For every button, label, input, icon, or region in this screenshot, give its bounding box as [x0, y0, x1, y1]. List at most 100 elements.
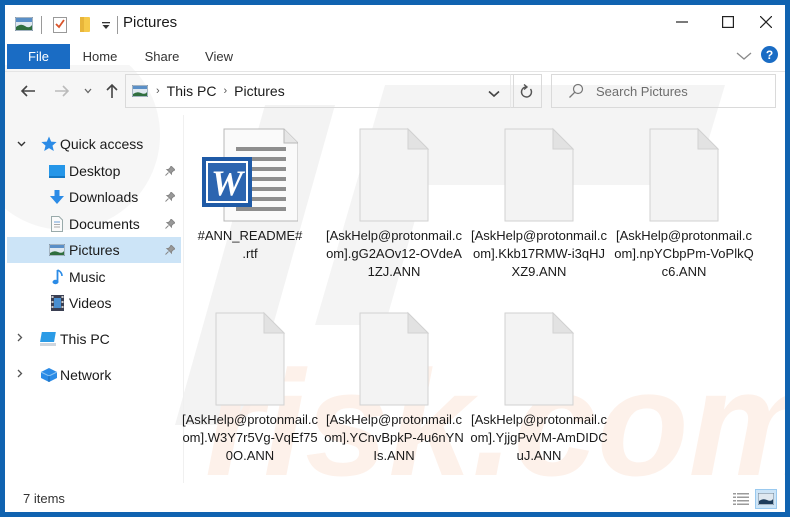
- status-bar: 7 items: [5, 485, 785, 512]
- sidebar-item-pictures[interactable]: Pictures: [7, 237, 181, 263]
- breadcrumb-pictures[interactable]: Pictures: [234, 83, 285, 99]
- blank-file-icon: [214, 311, 286, 407]
- blank-file-icon: [358, 311, 430, 407]
- pictures-location-icon: [132, 85, 148, 97]
- address-bar[interactable]: › This PC › Pictures: [125, 74, 514, 108]
- pictures-icon: [49, 244, 65, 256]
- large-icons-view-button[interactable]: [755, 489, 777, 509]
- sidebar-item-label: Documents: [69, 216, 140, 232]
- file-name: [AskHelp@protonmail.com].W3Y7r5Vg-VqEf75…: [181, 412, 319, 463]
- blank-file-icon: [358, 127, 430, 223]
- sidebar-item-quick-access[interactable]: Quick access: [7, 131, 181, 157]
- large-icons-view-icon: [758, 493, 774, 505]
- sidebar-item-desktop[interactable]: Desktop: [7, 158, 181, 184]
- ribbon: File Home Share View ?: [5, 41, 785, 71]
- sidebar-item-music[interactable]: Music: [7, 264, 181, 290]
- close-icon: [760, 16, 772, 28]
- search-icon: [568, 83, 584, 99]
- sidebar-item-downloads[interactable]: Downloads: [7, 184, 181, 210]
- documents-icon: [51, 216, 63, 232]
- pin-icon[interactable]: [165, 190, 176, 205]
- toolbar-separator: [117, 16, 118, 34]
- title-bar: Pictures: [5, 5, 785, 41]
- tab-file[interactable]: File: [7, 44, 70, 69]
- forward-button[interactable]: [51, 80, 73, 102]
- close-button[interactable]: [743, 5, 785, 39]
- file-name: [AskHelp@protonmail.com].YjjgPvVM-AmDIDC…: [470, 412, 608, 463]
- new-folder-icon[interactable]: [79, 15, 91, 36]
- sidebar-item-this-pc[interactable]: This PC: [7, 326, 181, 352]
- pin-icon[interactable]: [165, 243, 176, 258]
- maximize-icon: [722, 16, 734, 28]
- window-frame-bottom: [0, 512, 790, 517]
- svg-text:W: W: [211, 163, 246, 203]
- sidebar-item-network[interactable]: Network: [7, 362, 181, 388]
- search-box[interactable]: [551, 74, 776, 108]
- star-icon: [41, 136, 57, 152]
- sidebar-item-videos[interactable]: Videos: [7, 290, 181, 316]
- file-name: #ANN_README# .rtf: [197, 228, 303, 261]
- customize-toolbar-icon[interactable]: [101, 19, 111, 34]
- expand-ribbon-button[interactable]: [736, 49, 752, 64]
- sidebar-item-documents[interactable]: Documents: [7, 211, 181, 237]
- file-name: [AskHelp@protonmail.com].YCnvBpkP-4u6nYN…: [324, 412, 464, 463]
- sidebar-item-label: Downloads: [69, 189, 139, 205]
- network-icon: [40, 367, 58, 383]
- sidebar-item-label: Music: [69, 269, 106, 285]
- minimize-icon: [676, 21, 688, 23]
- pin-icon[interactable]: [165, 164, 176, 179]
- blank-file-icon: [648, 127, 720, 223]
- breadcrumb-separator-icon[interactable]: ›: [156, 85, 160, 97]
- sidebar-item-label: This PC: [60, 331, 110, 347]
- tab-view[interactable]: View: [197, 44, 241, 69]
- up-button[interactable]: [101, 80, 123, 102]
- chevron-right-icon[interactable]: [17, 333, 23, 345]
- file-view: W #ANN_README# .rtf [AskHelp@protonmail.…: [182, 115, 785, 483]
- chevron-down-icon[interactable]: [17, 138, 26, 150]
- sidebar-item-label: Pictures: [69, 242, 120, 258]
- window-title: Pictures: [123, 14, 178, 31]
- arrow-right-icon: [55, 85, 70, 97]
- file-explorer-window: risk.com Pictures File Home Share View ?…: [5, 5, 785, 512]
- sidebar-item-label: Quick access: [60, 136, 144, 152]
- blank-file-icon: [503, 311, 575, 407]
- navigation-pane: Quick access Desktop Downloads Documents…: [5, 123, 183, 483]
- tab-share[interactable]: Share: [137, 44, 187, 69]
- downloads-icon: [50, 189, 64, 205]
- file-name: [AskHelp@protonmail.com].Kkb17RMW-i3qHJX…: [470, 228, 608, 279]
- arrow-up-icon: [106, 83, 118, 98]
- ribbon-divider: [5, 71, 785, 72]
- sidebar-item-label: Videos: [69, 295, 112, 311]
- blank-file-icon: [503, 127, 575, 223]
- word-document-icon: W: [202, 127, 299, 223]
- recent-locations-button[interactable]: [77, 80, 99, 102]
- details-view-icon: [733, 493, 749, 505]
- properties-icon[interactable]: [53, 15, 67, 36]
- help-icon: ?: [765, 47, 774, 62]
- help-button[interactable]: ?: [761, 46, 778, 63]
- back-button[interactable]: [17, 80, 39, 102]
- pin-icon[interactable]: [165, 217, 176, 232]
- chevron-down-icon: [84, 88, 92, 94]
- music-icon: [52, 269, 64, 285]
- address-dropdown-button[interactable]: [488, 86, 500, 101]
- computer-icon: [39, 331, 59, 347]
- videos-icon: [51, 295, 64, 311]
- refresh-button[interactable]: [510, 74, 542, 108]
- minimize-button[interactable]: [659, 5, 705, 39]
- tab-home[interactable]: Home: [75, 44, 125, 69]
- chevron-down-icon: [488, 90, 500, 98]
- breadcrumb-separator-icon[interactable]: ›: [223, 85, 227, 97]
- file-name: [AskHelp@protonmail.com].gG2AOv12-OVdeA1…: [325, 228, 463, 279]
- file-name: [AskHelp@protonmail.com].npYCbpPm-VoPlkQ…: [614, 228, 754, 279]
- desktop-icon: [49, 164, 65, 178]
- refresh-icon: [520, 83, 533, 98]
- details-view-button[interactable]: [730, 489, 752, 509]
- search-input[interactable]: [596, 83, 766, 99]
- chevron-right-icon[interactable]: [17, 369, 23, 381]
- breadcrumb-this-pc[interactable]: This PC: [167, 83, 217, 99]
- pictures-folder-icon[interactable]: [14, 16, 34, 34]
- sidebar-item-label: Desktop: [69, 163, 121, 179]
- item-count: 7 items: [23, 491, 65, 506]
- toolbar-separator: [41, 16, 42, 34]
